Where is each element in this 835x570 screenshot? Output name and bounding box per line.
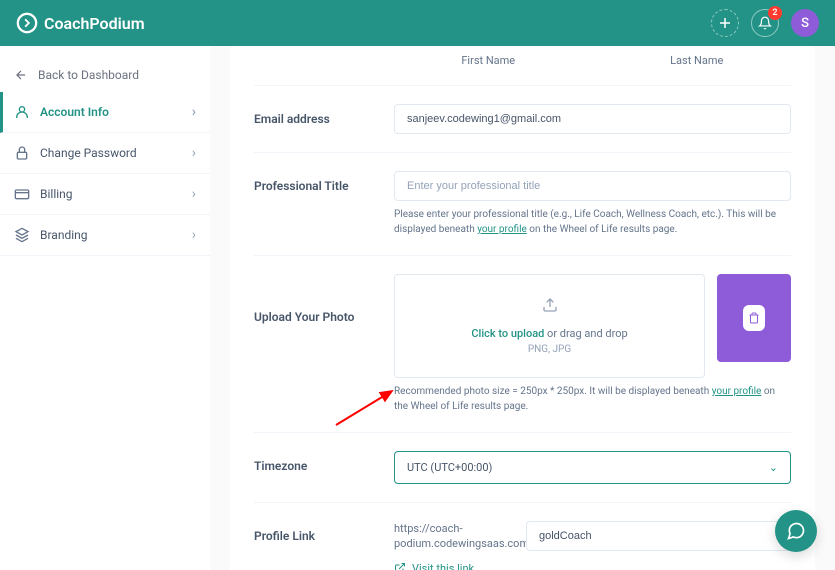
profile-link-label: Profile Link	[254, 521, 394, 543]
app-header: CoachPodium 2 S	[0, 0, 835, 46]
title-input[interactable]	[394, 171, 791, 201]
upload-icon	[405, 297, 694, 317]
sidebar-item-change-password[interactable]: Change Password ›	[0, 133, 210, 174]
chevron-down-icon: ⌄	[769, 461, 778, 474]
timezone-select[interactable]: UTC (UTC+00:00) ⌄	[394, 451, 791, 484]
last-name-label: Last Name	[603, 54, 792, 67]
photo-label: Upload Your Photo	[254, 274, 394, 324]
notification-badge: 2	[768, 6, 782, 20]
sidebar-item-account-info[interactable]: Account Info ›	[0, 92, 210, 133]
profile-url-prefix: https://coach-podium.codewingsaas.com/	[394, 521, 514, 552]
timezone-label: Timezone	[254, 451, 394, 473]
your-profile-link[interactable]: your profile	[477, 224, 527, 235]
user-icon	[14, 104, 30, 120]
help-fab[interactable]	[775, 510, 817, 552]
card-icon	[14, 186, 30, 202]
brand-logo[interactable]: CoachPodium	[16, 12, 145, 34]
lock-icon	[14, 145, 30, 161]
header-actions: 2 S	[711, 9, 819, 37]
user-avatar[interactable]: S	[791, 9, 819, 37]
email-label: Email address	[254, 104, 394, 126]
notifications-button[interactable]: 2	[751, 9, 779, 37]
chevron-right-icon: ›	[192, 104, 196, 120]
photo-help: Recommended photo size = 250px * 250px. …	[394, 384, 791, 414]
photo-preview[interactable]	[717, 274, 791, 362]
visit-link[interactable]: Visit this link	[394, 562, 791, 570]
sidebar: Back to Dashboard Account Info › Change …	[0, 46, 210, 570]
add-button[interactable]	[711, 9, 739, 37]
sidebar-item-billing[interactable]: Billing ›	[0, 174, 210, 215]
main-content: First Name Last Name Email address Profe…	[210, 46, 835, 570]
profile-slug-input[interactable]	[526, 521, 791, 551]
chevron-right-icon: ›	[192, 145, 196, 161]
title-label: Professional Title	[254, 171, 394, 193]
chevron-right-icon: ›	[192, 227, 196, 243]
chevron-right-icon: ›	[192, 186, 196, 202]
sidebar-item-branding[interactable]: Branding ›	[0, 215, 210, 256]
email-input[interactable]	[394, 104, 791, 134]
title-help: Please enter your professional title (e.…	[394, 207, 791, 237]
logo-icon	[16, 12, 38, 34]
back-to-dashboard-link[interactable]: Back to Dashboard	[0, 58, 210, 92]
upload-dropzone[interactable]: Click to upload or drag and drop PNG, JP…	[394, 274, 705, 378]
profile-form: First Name Last Name Email address Profe…	[230, 46, 815, 570]
brand-name: CoachPodium	[44, 14, 145, 33]
first-name-label: First Name	[394, 54, 583, 67]
layers-icon	[14, 227, 30, 243]
delete-photo-icon	[743, 305, 765, 331]
your-profile-link-2[interactable]: your profile	[712, 386, 762, 397]
